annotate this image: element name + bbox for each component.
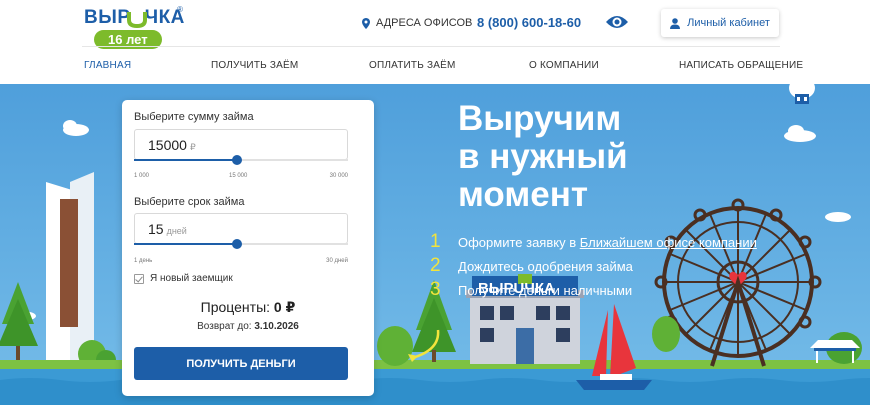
nav-item-about[interactable]: О КОМПАНИИ [529,60,599,71]
step-number: 2 [430,255,441,276]
logo[interactable]: ВЫРUЧКА ® 16 лет [84,5,194,50]
step-text: Оформите заявку в Ближайшем офисе компан… [458,234,757,250]
step-number: 3 [430,279,441,300]
site-header: ВЫРUЧКА ® 16 лет АДРЕСА ОФИСОВ 8 (800) 6… [0,0,870,84]
header-divider [82,46,780,47]
new-borrower-checkbox-row[interactable]: Я новый заемщик [134,273,233,284]
nav-item-pay-loan[interactable]: ОПЛАТИТЬ ЗАЁМ [369,60,455,71]
location-pin-icon [362,17,370,29]
offices-address-label: АДРЕСА ОФИСОВ [376,17,473,29]
interest-label: Проценты: [200,299,271,315]
hero-headline-line: в нужный [458,137,628,176]
amount-input[interactable]: 15000 ₽ [134,129,348,160]
nav-item-get-loan[interactable]: ПОЛУЧИТЬ ЗАЁМ [211,60,298,71]
term-value: 15 [148,221,164,237]
term-slider[interactable] [134,239,348,249]
get-money-button[interactable]: ПОЛУЧИТЬ ДЕНЬГИ [134,347,348,380]
logo-registered-mark: ® [177,5,183,14]
step-item: 1 Оформите заявку в Ближайшем офисе комп… [430,230,810,254]
amount-slider-handle[interactable] [232,155,243,165]
steps-list: 1 Оформите заявку в Ближайшем офисе комп… [430,230,810,302]
personal-cabinet-label: Личный кабинет [687,17,770,29]
term-label: Выберите срок займа [134,196,245,208]
term-input[interactable]: 15 дней [134,213,348,244]
interest-value: 0 ₽ [273,299,296,315]
amount-scale: 1 000 15 000 30 000 [134,173,348,183]
step-item: 3 Получите деньги наличными [430,278,810,302]
term-unit: дней [166,226,187,236]
return-date: 3.10.2026 [254,321,299,332]
amount-slider[interactable] [134,155,348,165]
logo-u-icon [127,12,147,28]
eye-icon[interactable] [605,13,629,31]
step-text: Дождитесь одобрения займа [458,258,633,274]
amount-label: Выберите сумму займа [134,111,254,123]
amount-max-label: 30 000 [329,173,348,179]
amount-mid-label: 15 000 [229,173,248,179]
loan-calculator: Выберите сумму займа 15000 ₽ 1 000 15 000… [122,100,374,396]
return-date-summary: Возврат до: 3.10.2026 [122,321,374,332]
term-slider-fill [134,243,238,245]
term-slider-handle[interactable] [232,239,243,249]
nearest-office-link[interactable]: Ближайшем офисе компании [580,235,757,250]
amount-min-label: 1 000 [134,173,150,179]
new-borrower-label: Я новый заемщик [150,273,233,284]
nav-item-home[interactable]: ГЛАВНАЯ [84,60,131,71]
amount-unit: ₽ [189,142,196,152]
term-max-label: 30 дней [326,258,348,264]
amount-slider-fill [134,159,238,161]
main-nav: ГЛАВНАЯ ПОЛУЧИТЬ ЗАЁМ ОПЛАТИТЬ ЗАЁМ О КО… [0,60,870,74]
return-label: Возврат до: [197,321,252,332]
interest-summary: Проценты: 0 ₽ [122,299,374,316]
term-scale: 1 день 30 дней [134,258,348,268]
step-item: 2 Дождитесь одобрения займа [430,254,810,278]
phone-number[interactable]: 8 (800) 600-18-60 [477,15,581,30]
user-icon [670,17,681,29]
offices-address-link[interactable]: АДРЕСА ОФИСОВ [362,16,472,30]
step-text: Получите деньги наличными [458,282,633,298]
personal-cabinet-button[interactable]: Личный кабинет [661,9,779,37]
term-min-label: 1 день [134,258,153,264]
hero-headline: Выручим в нужный момент [458,100,778,214]
nav-item-feedback[interactable]: НАПИСАТЬ ОБРАЩЕНИЕ [679,60,803,71]
amount-value: 15000 [148,137,187,153]
hero-headline-line: Выручим [458,99,622,138]
checkbox-icon[interactable] [134,273,144,284]
hero-headline-line: момент [458,175,588,214]
step-number: 1 [430,231,441,252]
